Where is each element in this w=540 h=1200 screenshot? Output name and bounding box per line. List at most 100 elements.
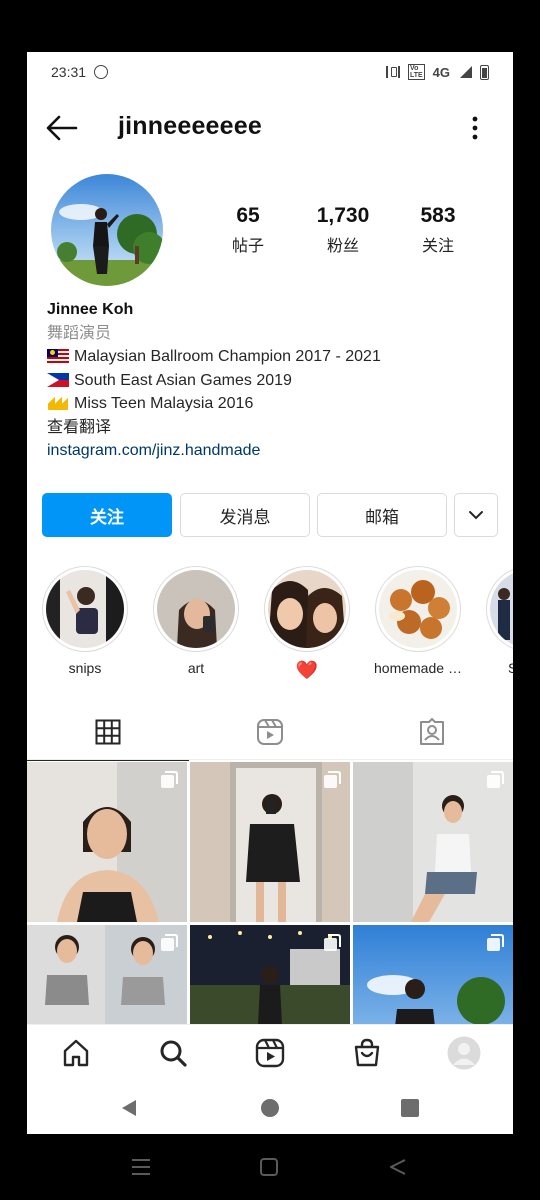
home-icon (63, 1039, 88, 1066)
highlight-cover (268, 570, 346, 648)
whatsapp-notification-icon (94, 65, 109, 79)
post-thumbnail[interactable] (353, 762, 513, 922)
network-type: 4G (432, 64, 450, 80)
triangle-back-icon[interactable] (388, 1157, 408, 1177)
stat-following[interactable]: 583 关注 (393, 204, 483, 256)
philippines-flag-icon (47, 372, 69, 387)
grid-icon (95, 719, 121, 745)
volte-icon: Vo LTE (407, 64, 425, 80)
post-thumbnail[interactable] (353, 925, 513, 1024)
highlight-art[interactable]: art (152, 566, 240, 676)
signal-icon (458, 66, 472, 78)
stat-following-label: 关注 (421, 238, 454, 255)
chevron-down-icon (469, 511, 483, 520)
highlight-label: art (187, 660, 205, 676)
multiple-photos-icon (324, 771, 341, 788)
nav-shop[interactable] (319, 1025, 416, 1080)
android-nav-bar (27, 1080, 513, 1134)
highlight-cover (379, 570, 457, 648)
highlight-label: snips (68, 660, 102, 676)
nav-search[interactable] (124, 1025, 221, 1080)
back-arrow-icon[interactable] (45, 114, 79, 142)
crown-icon (47, 396, 69, 410)
tab-reels[interactable] (189, 704, 351, 760)
system-nav-bar (0, 1134, 540, 1200)
bio-line-text: South East Asian Games 2019 (74, 371, 292, 389)
tab-tagged[interactable] (351, 704, 513, 760)
bio-website-link[interactable]: instagram.com/jinz.handmade (47, 439, 497, 463)
nav-home[interactable] (27, 1025, 124, 1080)
multiple-photos-icon (161, 771, 178, 788)
profile-actions: 关注 发消息 邮箱 (42, 493, 498, 537)
multiple-photos-icon (487, 934, 504, 951)
stat-posts[interactable]: 65 帖子 (203, 204, 293, 256)
status-time: 23:31 (51, 64, 87, 80)
multiple-photos-icon (487, 771, 504, 788)
status-icons: Vo LTE 4G (385, 64, 489, 80)
profile-full-name: Jinnee Koh (47, 301, 134, 318)
post-thumbnail[interactable] (190, 925, 350, 1024)
post-thumbnail[interactable] (27, 762, 187, 922)
android-home-icon[interactable] (260, 1098, 280, 1118)
highlight-snips[interactable]: snips (41, 566, 129, 676)
stat-following-count: 583 (420, 204, 456, 227)
highlight-label: homemade y... (374, 660, 462, 676)
stat-followers-label: 粉丝 (326, 238, 359, 255)
profile-bio: Jinnee Koh 舞蹈演员 Malaysian Ballroom Champ… (47, 298, 497, 463)
search-icon (160, 1040, 187, 1067)
more-options-icon[interactable] (463, 114, 487, 142)
highlight-sea-games[interactable]: SEA G (485, 566, 513, 676)
post-thumbnail[interactable] (190, 762, 350, 922)
highlight-homemade[interactable]: homemade y... (374, 566, 462, 676)
menu-lines-icon[interactable] (130, 1157, 152, 1177)
multiple-photos-icon (324, 934, 341, 951)
bio-line-text: Miss Teen Malaysia 2016 (74, 395, 254, 412)
highlight-label: SEA G (485, 660, 513, 676)
profile-avatar[interactable] (51, 174, 163, 286)
follow-button[interactable]: 关注 (42, 493, 172, 537)
see-translation-link[interactable]: 查看翻译 (47, 416, 497, 440)
android-back-icon[interactable] (119, 1098, 139, 1118)
highlight-heart[interactable]: ❤️ (263, 566, 351, 681)
app-screen: 23:31 Vo LTE 4G jinneeeeeee 65 帖子 1,730 … (27, 52, 513, 1134)
profile-avatar-icon (447, 1036, 481, 1069)
multiple-photos-icon (161, 934, 178, 951)
suggested-dropdown-button[interactable] (454, 493, 498, 537)
stat-followers-count: 1,730 (316, 204, 370, 227)
android-recents-icon[interactable] (400, 1098, 420, 1118)
message-button[interactable]: 发消息 (180, 493, 310, 537)
bottom-navigation (27, 1024, 513, 1080)
bio-line-text: Malaysian Ballroom Champion 2017 - 2021 (74, 348, 381, 365)
post-thumbnail[interactable] (27, 925, 187, 1024)
highlight-cover (490, 570, 513, 648)
stat-posts-count: 65 (236, 204, 260, 227)
vibrate-icon (385, 66, 400, 78)
profile-username: jinneeeeeee (118, 112, 262, 140)
email-button[interactable]: 邮箱 (317, 493, 447, 537)
stat-posts-label: 帖子 (231, 238, 264, 255)
malaysia-flag-icon (47, 349, 69, 363)
device-frame: 23:31 Vo LTE 4G jinneeeeeee 65 帖子 1,730 … (0, 0, 540, 1200)
posts-grid (27, 762, 513, 1024)
bio-line: Miss Teen Malaysia 2016 (47, 392, 497, 416)
profile-header: jinneeeeeee (27, 104, 513, 152)
battery-icon (480, 64, 489, 80)
reels-icon (255, 1038, 285, 1067)
shop-icon (355, 1038, 380, 1066)
highlight-cover (157, 570, 235, 648)
square-home-icon[interactable] (259, 1157, 279, 1177)
profile-content-tabs (27, 704, 513, 761)
highlight-label: ❤️ (295, 660, 319, 680)
profile-category: 舞蹈演员 (47, 324, 112, 342)
status-bar: 23:31 Vo LTE 4G (27, 52, 513, 92)
bio-line: South East Asian Games 2019 (47, 369, 497, 393)
reels-icon (257, 719, 283, 745)
nav-profile[interactable] (416, 1025, 513, 1080)
tagged-icon (420, 718, 444, 745)
profile-stats: 65 帖子 1,730 粉丝 583 关注 (203, 204, 483, 256)
stat-followers[interactable]: 1,730 粉丝 (298, 204, 388, 256)
bio-line: Malaysian Ballroom Champion 2017 - 2021 (47, 345, 497, 369)
nav-reels[interactable] (221, 1025, 318, 1080)
tab-posts-grid[interactable] (27, 704, 189, 761)
highlight-cover (46, 570, 124, 648)
